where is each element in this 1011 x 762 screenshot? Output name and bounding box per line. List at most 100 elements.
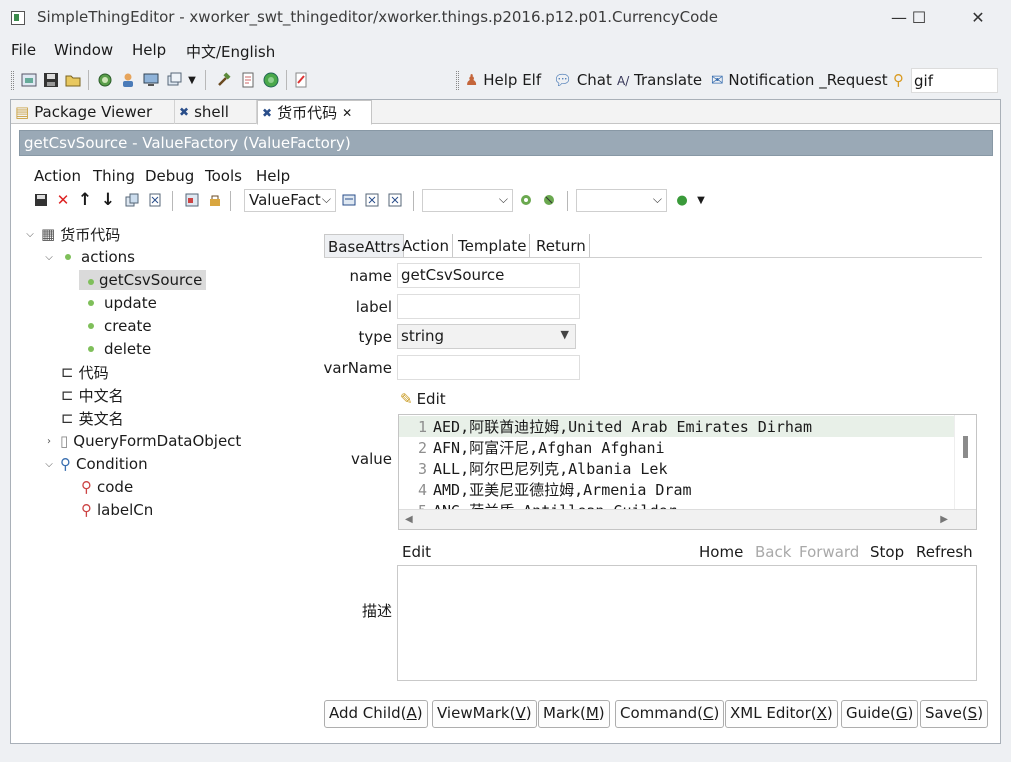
notification-request-button[interactable]: ✉︎ Notification _Request — [711, 71, 888, 89]
back-button[interactable]: Back — [755, 543, 791, 561]
tree-node-action[interactable]: update — [83, 292, 157, 314]
tree-node-root[interactable]: ⌵ ▦ 货币代码 — [24, 223, 120, 245]
condition-key-icon: ⚲ — [81, 501, 92, 519]
scroll-thumb[interactable] — [963, 436, 968, 458]
guide-button[interactable]: Guide(G) — [841, 700, 919, 728]
label-field[interactable] — [397, 294, 580, 319]
varname-field[interactable] — [397, 355, 580, 380]
open-folder-icon[interactable] — [63, 70, 83, 90]
scroll-left-icon[interactable]: ◀ — [405, 514, 413, 525]
search-input[interactable]: gif — [911, 68, 998, 93]
tree-node-attr[interactable]: ⊏ 中文名 — [61, 384, 124, 406]
xml-edit-icon[interactable] — [385, 190, 405, 210]
tree-node-actions[interactable]: ⌵ actions — [43, 246, 135, 268]
edit-value-link[interactable]: ✎ Edit — [400, 390, 446, 408]
tree-node-attr[interactable]: ⊏ 英文名 — [61, 407, 124, 429]
tree-node-condition-item[interactable]: ⚲ labelCn — [81, 499, 153, 521]
vertical-scrollbar[interactable] — [954, 415, 976, 509]
xml-icon[interactable] — [145, 190, 165, 210]
run-gear-icon[interactable] — [516, 190, 536, 210]
tree-node-action[interactable]: getCsvSource — [79, 269, 207, 291]
description-browser[interactable] — [397, 565, 977, 681]
delete-icon[interactable]: ✕ — [53, 190, 73, 210]
scroll-right-icon[interactable]: ▶ — [940, 514, 948, 525]
refresh-button[interactable]: Refresh — [916, 543, 973, 561]
maximize-button[interactable]: ☐ — [897, 4, 941, 32]
user-icon[interactable] — [118, 70, 138, 90]
menu-debug[interactable]: Debug — [145, 167, 194, 185]
tab-currency-code[interactable]: ✖ 货币代码 ✕ — [257, 100, 372, 125]
chat-button[interactable]: 💬︎ Chat — [553, 71, 612, 89]
xml-view-icon[interactable] — [362, 190, 382, 210]
outline-icon[interactable] — [182, 190, 202, 210]
value-code-editor[interactable]: 1 AED,阿联酋迪拉姆,United Arab Emirates Dirham … — [398, 414, 977, 530]
toolbar-grip[interactable] — [11, 71, 14, 90]
menu-thing-help[interactable]: Help — [256, 167, 290, 185]
lock-icon[interactable] — [205, 190, 225, 210]
tree-node-query[interactable]: › ▯ QueryFormDataObject — [43, 430, 241, 452]
tab-baseattrs[interactable]: BaseAttrs — [324, 234, 405, 258]
desc-edit-link[interactable]: Edit — [402, 543, 431, 561]
translate-button[interactable]: A/ Translate — [617, 71, 702, 89]
help-elf-button[interactable]: ♟ Help Elf — [465, 71, 541, 89]
menu-tools[interactable]: Tools — [205, 167, 242, 185]
save-thing-icon[interactable] — [31, 190, 51, 210]
run-icon[interactable]: ● — [672, 190, 692, 210]
windows-icon[interactable] — [165, 70, 185, 90]
debug-gear-icon[interactable] — [539, 190, 559, 210]
menu-help[interactable]: Help — [132, 41, 166, 59]
tree-node-condition[interactable]: ⌵ ⚲ Condition — [43, 453, 147, 475]
document-icon[interactable] — [238, 70, 258, 90]
code-line: 2 AFN,阿富汗尼,Afghan Afghani — [417, 439, 665, 457]
add-child-button[interactable]: Add Child(A) — [324, 700, 428, 728]
stop-button[interactable]: Stop — [870, 543, 904, 561]
move-up-icon[interactable]: ↑ — [75, 190, 95, 210]
mark-button[interactable]: Mark(M) — [538, 700, 610, 728]
save-button[interactable]: Save(S) — [920, 700, 989, 728]
copy-icon[interactable] — [122, 190, 142, 210]
forward-button[interactable]: Forward — [799, 543, 859, 561]
home-icon[interactable] — [19, 70, 39, 90]
horizontal-scrollbar[interactable]: ◀ ▶ — [399, 509, 976, 529]
tree-node-action[interactable]: delete — [83, 338, 151, 360]
menu-thing[interactable]: Thing — [93, 167, 135, 185]
editor-tabstrip: ▤ Package Viewer ✖ shell ✖ 货币代码 ✕ — [11, 100, 1000, 125]
form-icon[interactable] — [339, 190, 359, 210]
command-button[interactable]: Command(C) — [615, 700, 725, 728]
value-factory-combo[interactable]: ValueFact ⌵ — [244, 189, 336, 212]
action-combo[interactable]: ⌵ — [576, 189, 667, 212]
tab-return[interactable]: Return — [533, 234, 590, 258]
menu-language[interactable]: 中文/English — [186, 41, 275, 62]
run-dropdown-icon[interactable]: ▼ — [691, 190, 711, 210]
monitor-icon[interactable] — [141, 70, 161, 90]
globe-icon[interactable] — [261, 70, 281, 90]
chevron-down-icon[interactable]: ⌵ — [43, 459, 55, 470]
tab-action[interactable]: Action — [399, 234, 453, 258]
close-window-button[interactable]: ✕ — [956, 4, 1000, 32]
move-down-icon[interactable]: ↓ — [98, 190, 118, 210]
type-select[interactable]: string ▼ — [397, 324, 576, 349]
menu-action[interactable]: Action — [34, 167, 81, 185]
menu-file[interactable]: File — [11, 41, 36, 59]
tree-node-condition-item[interactable]: ⚲ code — [81, 476, 133, 498]
tab-shell[interactable]: ✖ shell — [175, 100, 257, 124]
chevron-down-icon[interactable]: ⌵ — [24, 229, 36, 240]
menu-window[interactable]: Window — [54, 41, 113, 59]
refresh-globe-icon[interactable] — [95, 70, 115, 90]
home-button[interactable]: Home — [699, 543, 743, 561]
tab-package-viewer[interactable]: ▤ Package Viewer — [11, 100, 175, 124]
tree-node-attr[interactable]: ⊏ 代码 — [61, 361, 109, 383]
tab-template[interactable]: Template — [455, 234, 531, 258]
name-field[interactable]: getCsvSource — [397, 263, 580, 288]
pdf-icon[interactable] — [291, 70, 311, 90]
xml-editor-button[interactable]: XML Editor(X) — [725, 700, 838, 728]
chevron-right-icon[interactable]: › — [43, 436, 55, 447]
dropdown-arrow-icon[interactable]: ▼ — [185, 70, 199, 90]
close-tab-icon[interactable]: ✕ — [342, 106, 352, 120]
save-icon[interactable] — [41, 70, 61, 90]
template-combo[interactable]: ⌵ — [422, 189, 513, 212]
chevron-down-icon[interactable]: ⌵ — [43, 252, 55, 263]
view-mark-button[interactable]: ViewMark(V) — [432, 700, 537, 728]
hammer-icon[interactable] — [214, 70, 234, 90]
tree-node-action[interactable]: create — [83, 315, 152, 337]
